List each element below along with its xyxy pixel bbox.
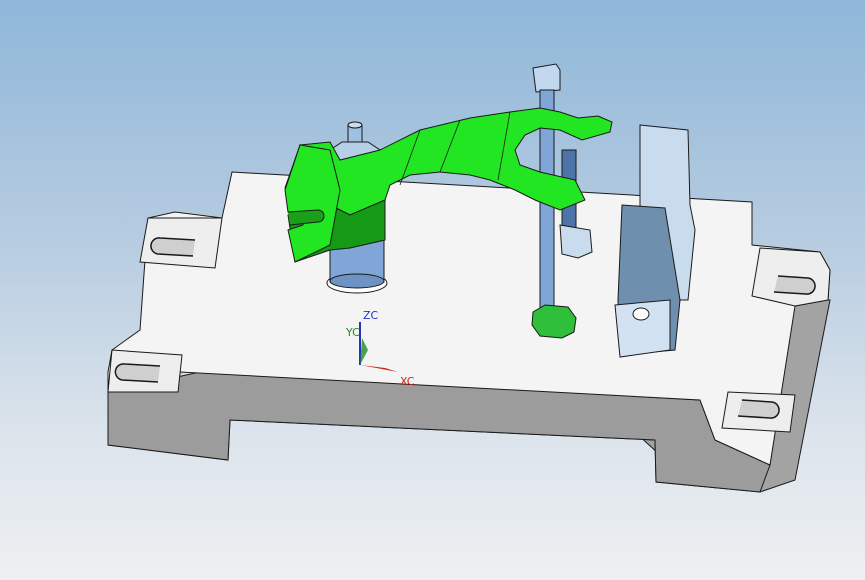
slot-left-lower — [114, 363, 161, 383]
baseplate[interactable] — [107, 171, 831, 493]
yc-label: YC — [345, 326, 360, 339]
bolt-tip — [347, 121, 363, 129]
cylinder-bottom — [329, 273, 385, 289]
xc-label: XC — [400, 375, 415, 388]
rod-top-cap — [532, 63, 561, 93]
hex-nut — [531, 304, 577, 339]
support-block-hole — [632, 307, 650, 321]
3d-graphics-viewport[interactable]: ZC YC XC — [0, 0, 865, 580]
rod-lower-block — [559, 224, 593, 259]
slot-right-upper — [773, 275, 816, 295]
slot-right-lower — [737, 399, 780, 419]
slot-left-upper — [150, 237, 196, 257]
zc-label: ZC — [363, 309, 379, 322]
model-canvas[interactable]: ZC YC XC — [0, 0, 865, 580]
